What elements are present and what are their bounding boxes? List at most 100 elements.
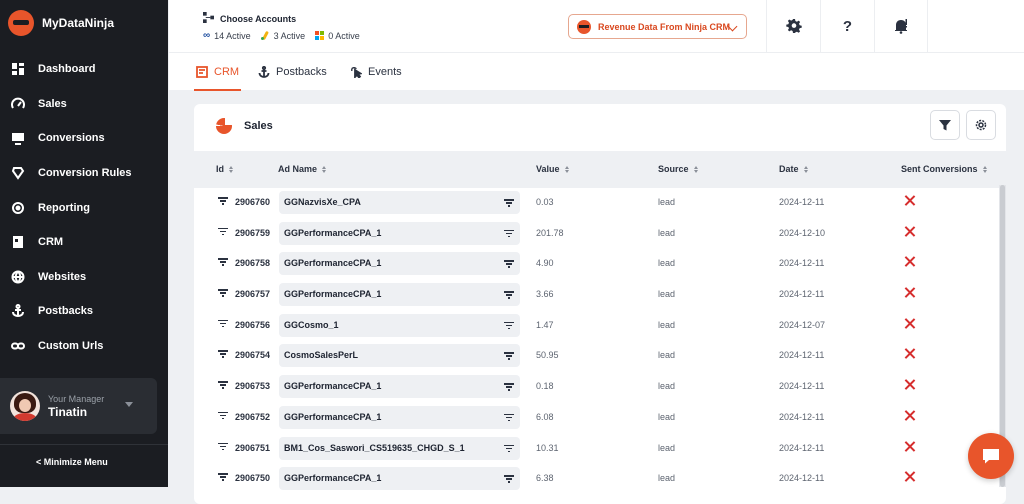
ad-name-cell[interactable]: GGNazvisXe_CPA: [279, 191, 520, 214]
column-header-ad-name[interactable]: Ad Name: [278, 164, 327, 174]
ad-name-cell[interactable]: GGPerformanceCPA_1: [279, 221, 520, 245]
ad-name-filter-icon[interactable]: [504, 383, 514, 391]
tab-postbacks[interactable]: Postbacks: [258, 53, 327, 91]
ad-name-filter-icon[interactable]: [504, 199, 514, 207]
ad-name-filter-icon[interactable]: [504, 413, 514, 422]
header-actions: ?: [766, 0, 928, 52]
sidebar-item-dashboard[interactable]: Dashboard: [0, 52, 168, 87]
rules-icon: [10, 165, 26, 181]
ad-name-filter-icon[interactable]: [504, 321, 514, 330]
reporting-icon: [10, 200, 26, 216]
filter-button[interactable]: [930, 110, 960, 140]
app-name: MyDataNinja: [42, 16, 115, 30]
table-row[interactable]: 2906757 GGPerformanceCPA_1 3.66 lead 2024-12…: [194, 280, 1006, 311]
row-filter-icon[interactable]: [218, 442, 228, 451]
manager-name: Tinatin: [48, 404, 88, 419]
not-sent-icon: [904, 195, 915, 206]
sidebar-item-label: Dashboard: [38, 63, 96, 76]
minimize-menu-button[interactable]: < Minimize Menu: [36, 457, 108, 467]
sidebar-item-crm[interactable]: CRM: [0, 225, 168, 260]
column-header-date[interactable]: Date: [779, 164, 808, 174]
link-icon: [10, 338, 26, 354]
help-button[interactable]: ?: [820, 0, 874, 52]
manager-card[interactable]: Your Manager Tinatin: [0, 378, 157, 434]
tab-label: Events: [368, 66, 402, 78]
not-sent-icon: [904, 471, 915, 482]
row-filter-icon[interactable]: [218, 319, 228, 328]
table-row[interactable]: 2906751 BM1_Cos_Saswori_CS519635_CHGD_S_1…: [194, 434, 1006, 465]
sidebar-item-sales[interactable]: Sales: [0, 87, 168, 122]
ad-name-filter-icon[interactable]: [504, 229, 514, 238]
tab-label: Postbacks: [276, 66, 327, 78]
column-header-source[interactable]: Source: [658, 164, 698, 174]
column-label: Date: [779, 164, 799, 174]
table-row[interactable]: 2906759 GGPerformanceCPA_1 201.78 lead 2024-…: [194, 219, 1006, 250]
row-filter-icon[interactable]: [218, 473, 228, 481]
microsoft-accounts[interactable]: 0 Active: [315, 30, 360, 41]
notifications-button[interactable]: [874, 0, 928, 52]
settings-button[interactable]: [766, 0, 820, 52]
row-id: 2906751: [235, 442, 271, 453]
table-row[interactable]: 2906754 CosmoSalesPerL 50.95 lead 2024-12-11: [194, 341, 1006, 372]
row-date: 2024-12-07: [779, 319, 826, 330]
table-row[interactable]: 2906760 GGNazvisXe_CPA 0.03 lead 2024-12-11: [194, 188, 1006, 219]
row-filter-icon[interactable]: [218, 381, 228, 389]
table-row[interactable]: 2906758 GGPerformanceCPA_1 4.90 lead 2024-12…: [194, 249, 1006, 280]
ad-name-filter-icon[interactable]: [504, 444, 514, 453]
sidebar-item-reporting[interactable]: Reporting: [0, 190, 168, 225]
google-ads-icon: [260, 31, 270, 40]
sidebar-item-custom-urls[interactable]: Custom Urls: [0, 329, 168, 364]
tab-events[interactable]: Events: [350, 53, 402, 91]
meta-accounts[interactable]: ∞ 14 Active: [203, 30, 251, 41]
panel-title: Sales: [244, 120, 273, 132]
anchor-icon: [10, 303, 26, 319]
ad-name: GGPerformanceCPA_1: [284, 473, 382, 484]
ad-name-cell[interactable]: CosmoSalesPerL: [279, 344, 520, 368]
revenue-source-dropdown[interactable]: Revenue Data From Ninja CRM: [568, 14, 747, 39]
column-header-sent-conversions[interactable]: Sent Conversions: [901, 164, 987, 174]
sidebar-item-websites[interactable]: Websites: [0, 260, 168, 295]
ad-name-cell[interactable]: GGPerformanceCPA_1: [279, 283, 520, 307]
row-filter-icon[interactable]: [218, 227, 228, 236]
revenue-source-label: Revenue Data From Ninja CRM: [598, 21, 731, 32]
ad-name-cell[interactable]: GGCosmo_1: [279, 313, 520, 337]
sidebar: MyDataNinja Dashboard Sales Conversions …: [0, 0, 168, 487]
ad-name-cell[interactable]: GGPerformanceCPA_1: [279, 252, 520, 276]
ad-name-filter-icon[interactable]: [504, 260, 514, 268]
tab-crm[interactable]: CRM: [193, 53, 242, 91]
google-ads-accounts[interactable]: 3 Active: [260, 30, 305, 41]
gear-icon: [975, 119, 987, 131]
table-row[interactable]: 2906750 GGPerformanceCPA_1 6.38 lead 2024-12…: [194, 464, 1006, 495]
table-settings-button[interactable]: [966, 110, 996, 140]
ad-name-cell[interactable]: GGPerformanceCPA_1: [279, 375, 520, 399]
ad-name-cell[interactable]: BM1_Cos_Saswori_CS519635_CHGD_S_1: [279, 436, 520, 460]
chat-button[interactable]: [968, 433, 1014, 479]
row-filter-icon[interactable]: [218, 258, 228, 266]
chevron-down-icon[interactable]: [125, 402, 133, 407]
table-row[interactable]: 2906752 GGPerformanceCPA_1 6.08 lead 2024-12…: [194, 403, 1006, 434]
sidebar-item-postbacks[interactable]: Postbacks: [0, 294, 168, 329]
sidebar-item-conversion-rules[interactable]: Conversion Rules: [0, 156, 168, 191]
ad-name-filter-icon[interactable]: [504, 352, 514, 360]
row-filter-icon[interactable]: [218, 289, 228, 297]
choose-accounts-button[interactable]: Choose Accounts: [203, 12, 296, 25]
column-header-id[interactable]: Id: [216, 164, 233, 174]
row-filter-icon[interactable]: [218, 197, 228, 205]
row-filter-icon[interactable]: [218, 350, 228, 358]
dashboard-icon: [10, 61, 26, 77]
row-filter-icon[interactable]: [218, 411, 228, 420]
ad-name-cell[interactable]: GGPerformanceCPA_1: [279, 405, 520, 429]
ad-name-filter-icon[interactable]: [504, 475, 514, 483]
table-row[interactable]: 2906756 GGCosmo_1 1.47 lead 2024-12-07: [194, 311, 1006, 342]
row-value: 50.95: [536, 350, 559, 361]
table-row[interactable]: 2906753 GGPerformanceCPA_1 0.18 lead 2024-12…: [194, 372, 1006, 403]
app-logo[interactable]: MyDataNinja: [8, 10, 114, 36]
tab-label: CRM: [214, 66, 240, 78]
ad-name-filter-icon[interactable]: [504, 291, 514, 299]
column-header-value[interactable]: Value: [536, 164, 569, 174]
row-date: 2024-12-11: [779, 258, 825, 269]
sidebar-item-label: Reporting: [38, 201, 90, 214]
ad-name: GGPerformanceCPA_1: [284, 258, 382, 269]
ad-name: GGPerformanceCPA_1: [284, 289, 382, 300]
sidebar-item-conversions[interactable]: Conversions: [0, 121, 168, 156]
